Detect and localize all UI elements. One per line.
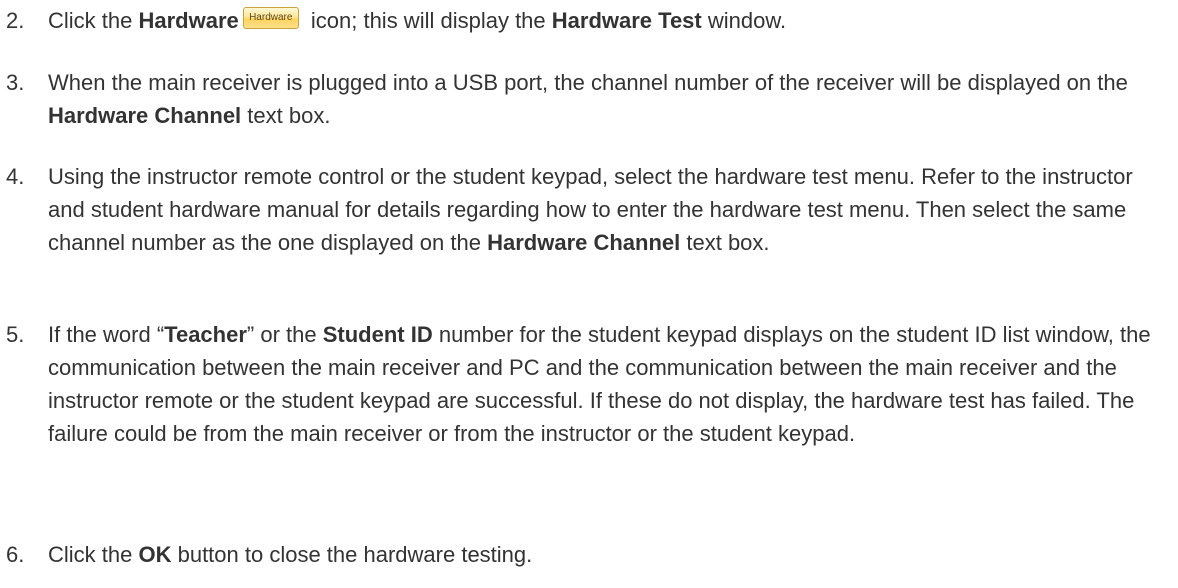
step-2: 2. Click the Hardware Hardware icon; this… [0,4,1170,37]
text-segment: Click the [48,542,139,567]
bold-term: Hardware [138,8,239,33]
step-text: If the word “Teacher” or the Student ID … [48,318,1166,450]
step-number: 3. [6,70,25,95]
text-segment: button to close the hardware testing. [171,542,533,567]
bold-term: OK [138,542,172,567]
hardware-button-icon: Hardware [242,7,299,30]
step-number: 6. [6,542,25,567]
step-text: Click the OK button to close the hardwar… [48,538,1166,571]
text-segment: window. [701,8,787,33]
step-text: When the main receiver is plugged into a… [48,66,1166,132]
text-segment: text box. [241,103,331,128]
bold-term: Student ID [322,322,433,347]
instruction-document: 2. Click the Hardware Hardware icon; this… [0,0,1178,588]
step-5: 5. If the word “Teacher” or the Student … [0,318,1170,450]
text-segment: Click the [48,8,139,33]
bold-term: Hardware Test [551,8,702,33]
step-4: 4. Using the instructor remote control o… [0,160,1170,259]
text-segment: If the word “ [48,322,165,347]
text-segment: ” or the [246,322,323,347]
step-number: 4. [6,164,25,189]
bold-term: Teacher [164,322,247,347]
step-number: 2. [6,8,25,33]
text-segment: text box. [680,230,770,255]
bold-term: Hardware Channel [48,103,242,128]
bold-term: Hardware Channel [487,230,681,255]
step-3: 3. When the main receiver is plugged int… [0,66,1170,132]
text-segment: When the main receiver is plugged into a… [48,70,1128,95]
step-6: 6. Click the OK button to close the hard… [0,538,1170,571]
step-number: 5. [6,322,25,347]
step-text: Click the Hardware Hardware icon; this wi… [48,4,1166,37]
step-text: Using the instructor remote control or t… [48,160,1166,259]
text-segment: icon; this will display the [304,8,552,33]
